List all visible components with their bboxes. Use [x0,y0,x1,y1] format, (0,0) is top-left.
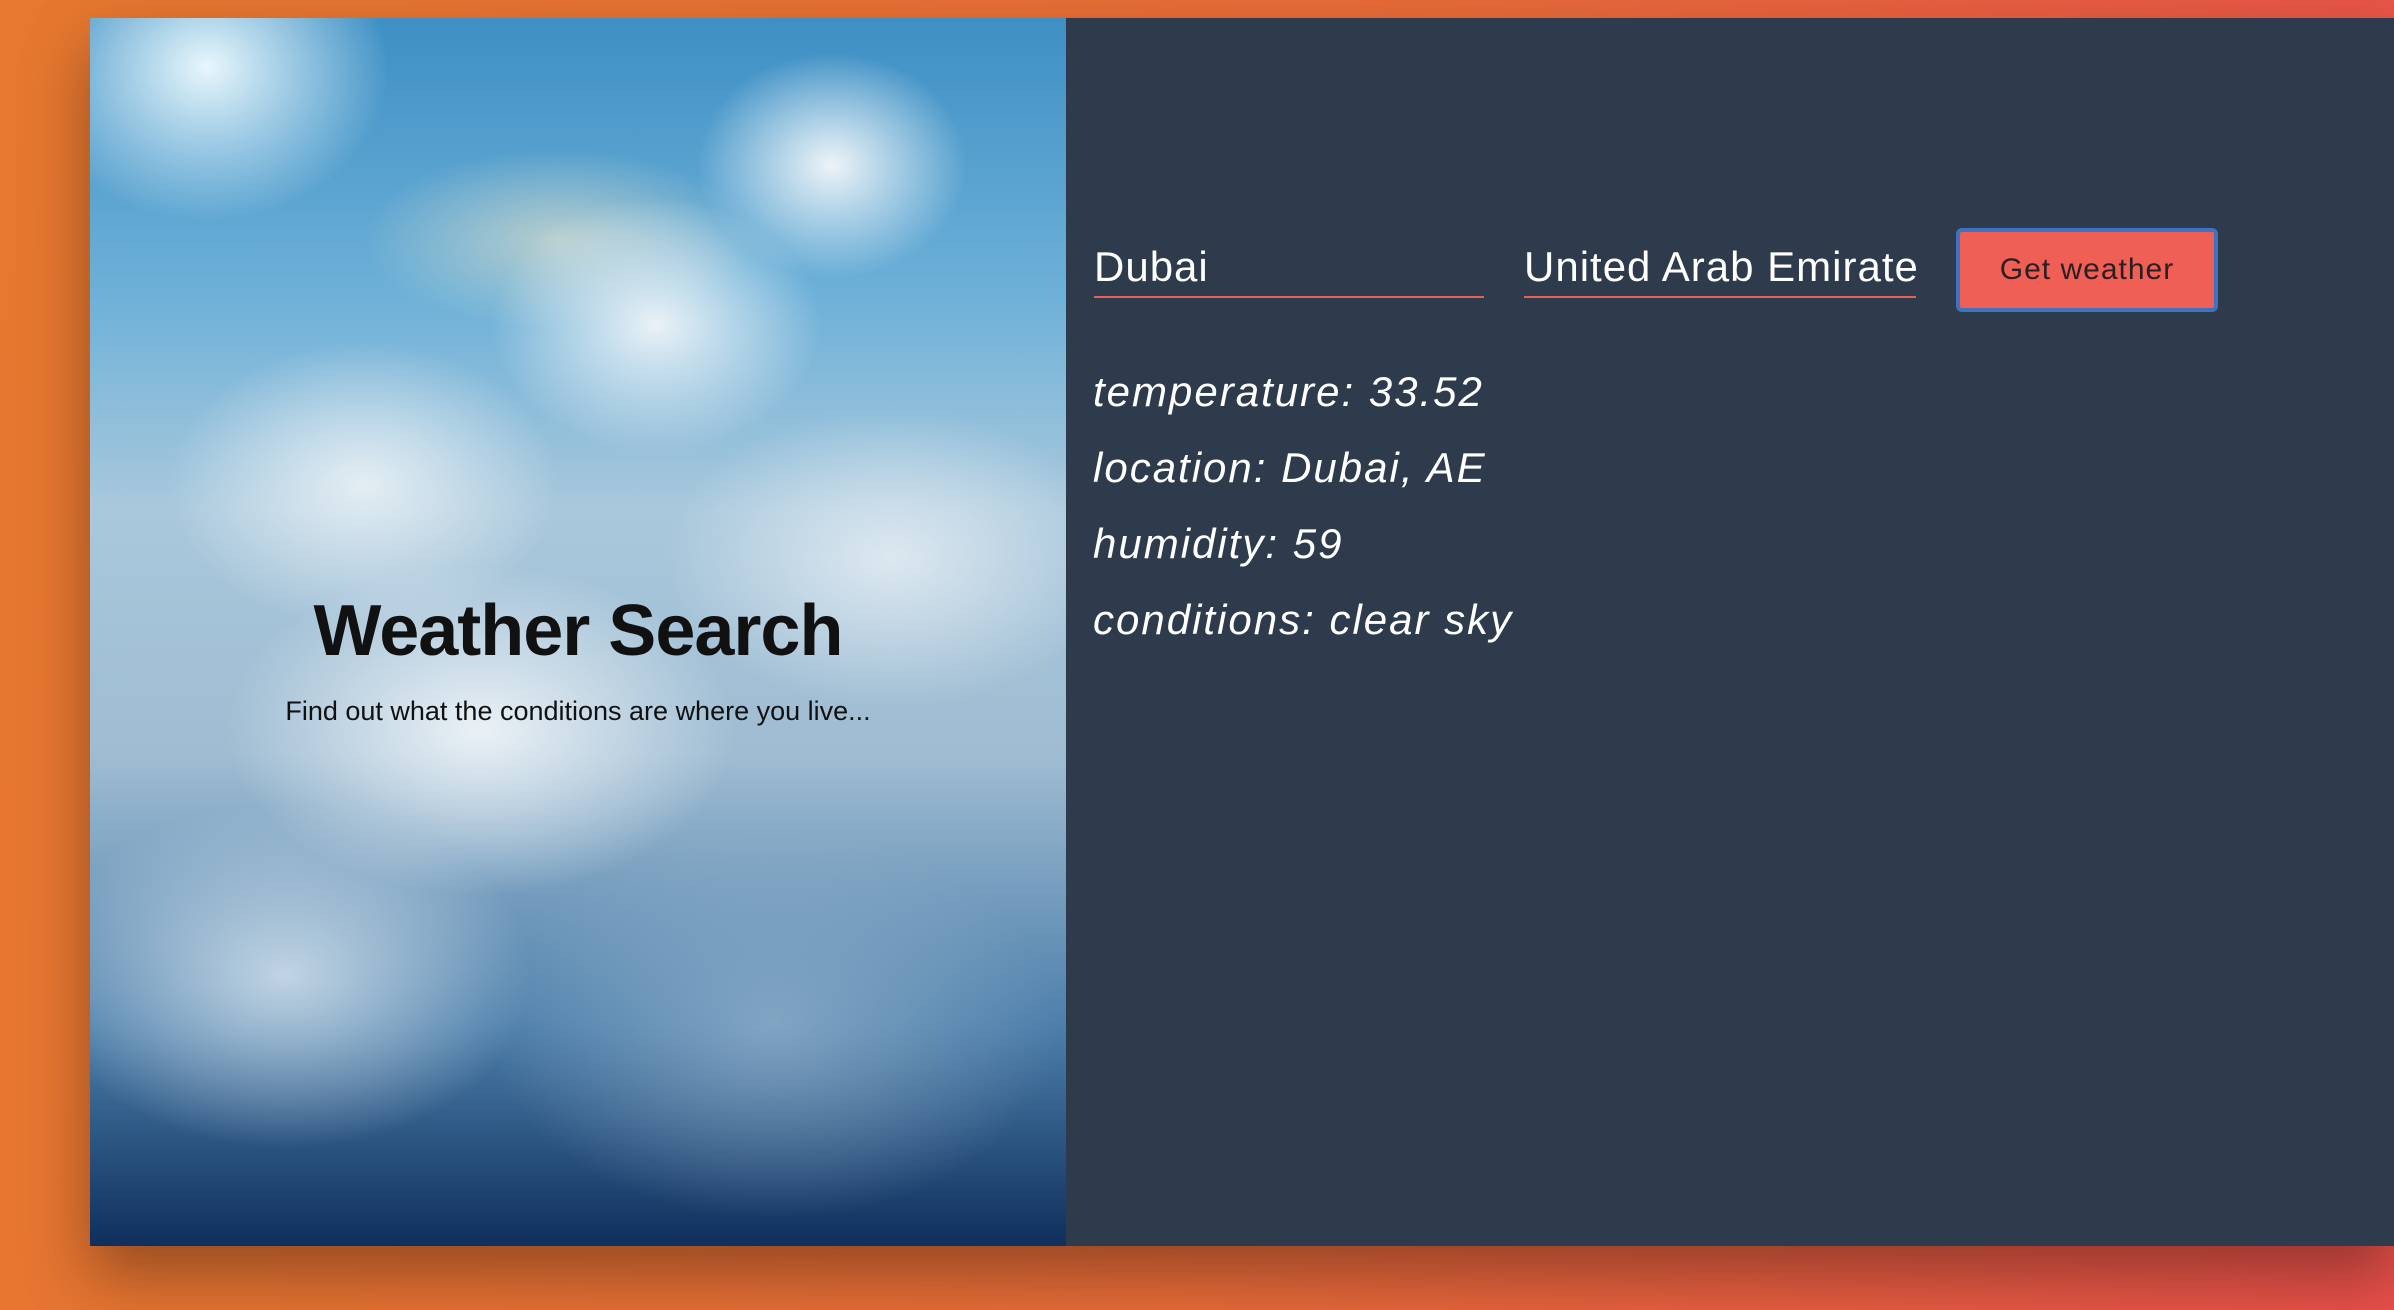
country-input[interactable] [1524,238,1916,298]
humidity-text: humidity: 59 [1093,520,1344,567]
temperature-text: temperature: 33.52 [1093,368,1484,415]
hero-panel: Weather Search Find out what the conditi… [90,18,1066,1246]
city-input[interactable] [1094,238,1484,298]
get-weather-button[interactable]: Get weather [1956,228,2218,312]
page-title: Weather Search [313,591,844,671]
weather-results: temperature: 33.52 location: Dubai, AE h… [1093,354,1513,658]
form-panel: Get weather temperature: 33.52 location:… [1066,18,2394,1246]
conditions-text: conditions: clear sky [1093,596,1514,643]
page-subtitle: Find out what the conditions are where y… [285,696,871,726]
hero-text: Weather Search Find out what the conditi… [90,588,1066,728]
search-form: Get weather [1066,228,2366,314]
location-text: location: Dubai, AE [1093,444,1487,491]
app-card: Weather Search Find out what the conditi… [90,18,2394,1246]
